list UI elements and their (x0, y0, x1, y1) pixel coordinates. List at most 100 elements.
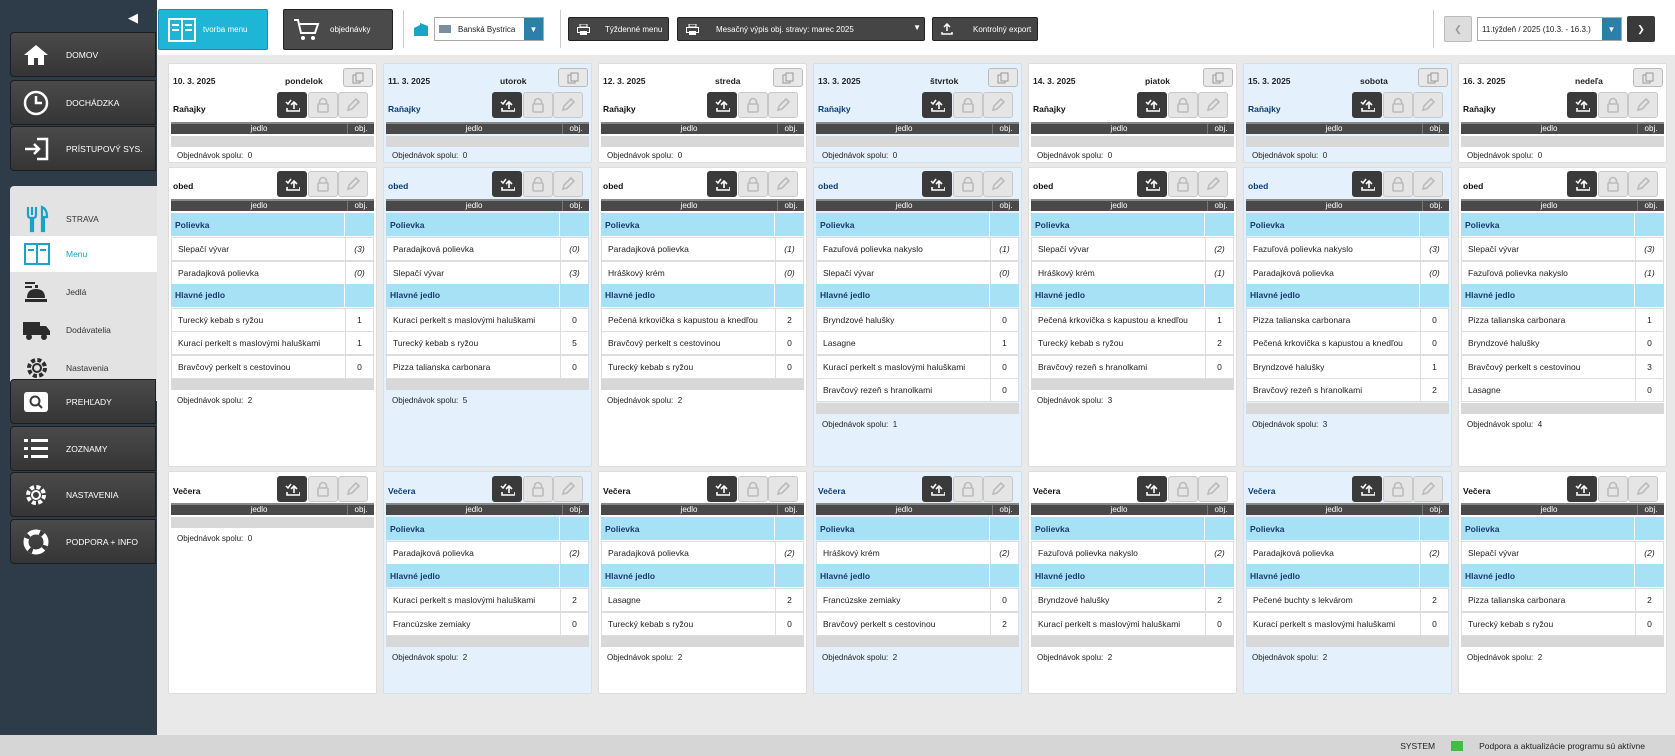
export-button[interactable] (922, 476, 952, 502)
table-row[interactable]: Bravčový perkelt s cestovinou 2 (816, 611, 1019, 636)
table-row[interactable]: Turecký kebab s ryžou 0 (1461, 611, 1664, 636)
table-row[interactable]: Bravčový perkelt s cestovinou 0 (171, 354, 374, 379)
table-row[interactable]: Lasagne 1 (816, 331, 1019, 355)
nav-item-nastavenia[interactable]: NASTAVENIA (10, 472, 156, 517)
table-row[interactable]: Turecký kebab s ryžou 5 (386, 331, 589, 355)
copy-day-button[interactable] (1418, 68, 1448, 87)
table-row[interactable]: Paradajková polievka (2) (1246, 541, 1449, 565)
lock-button[interactable] (1168, 476, 1198, 502)
table-row[interactable]: Slepačí vývar (3) (1461, 237, 1664, 261)
table-row[interactable]: Paradajková polievka (2) (601, 541, 804, 565)
edit-button[interactable] (338, 171, 368, 197)
lock-button[interactable] (523, 476, 553, 502)
tyzdenne-menu-button[interactable]: Týždenné menu (568, 17, 669, 41)
table-row[interactable]: Fazuľová polievka nakyslo (1) (816, 237, 1019, 261)
table-row[interactable]: Bravčový rezeň s hranolkami 2 (1246, 378, 1449, 402)
copy-day-button[interactable] (988, 68, 1018, 87)
table-row[interactable]: Kurací perkelt s maslovými haluškami 0 (386, 307, 589, 332)
table-row[interactable]: Bravčový perkelt s cestovinou 3 (1461, 354, 1664, 379)
table-row[interactable]: Bryndzové halušky 0 (816, 307, 1019, 332)
lock-button[interactable] (523, 92, 553, 118)
table-row[interactable]: Paradajková polievka (0) (171, 260, 374, 285)
edit-button[interactable] (1628, 171, 1658, 197)
table-row[interactable]: Paradajková polievka (0) (386, 237, 589, 261)
table-row[interactable]: Turecký kebab s ryžou 0 (601, 354, 804, 379)
lock-button[interactable] (1383, 476, 1413, 502)
table-row[interactable]: Lasagne 2 (601, 588, 804, 612)
location-select[interactable]: Banská Bystrica ▼ (434, 17, 544, 41)
table-row[interactable]: Pizza talianska carbonara 1 (1461, 307, 1664, 332)
table-row[interactable]: Hráškový krém (0) (601, 260, 804, 285)
export-button[interactable] (492, 92, 522, 118)
lock-button[interactable] (1383, 171, 1413, 197)
lock-button[interactable] (738, 171, 768, 197)
edit-button[interactable] (1413, 476, 1443, 502)
export-button[interactable] (922, 92, 952, 118)
table-row[interactable]: Pizza talianska carbonara 0 (386, 354, 589, 379)
table-row[interactable]: Paradajková polievka (0) (1246, 260, 1449, 285)
table-row[interactable]: Bravčový rezeň s hranolkami 0 (816, 378, 1019, 402)
lock-button[interactable] (308, 171, 338, 197)
table-row[interactable]: Turecký kebab s ryžou 0 (601, 611, 804, 636)
export-button[interactable] (1567, 476, 1597, 502)
lock-button[interactable] (953, 476, 983, 502)
export-button[interactable] (1137, 476, 1167, 502)
edit-button[interactable] (553, 476, 583, 502)
copy-day-button[interactable] (1203, 68, 1233, 87)
subnav-item-jedla[interactable]: Jedlá (10, 274, 157, 310)
edit-button[interactable] (1198, 171, 1228, 197)
edit-button[interactable] (983, 171, 1013, 197)
export-button[interactable] (492, 476, 522, 502)
nav-item-podpora-info[interactable]: PODPORA + INFO (10, 519, 156, 564)
table-row[interactable]: Paradajková polievka (2) (386, 541, 589, 565)
tvorba-menu-button[interactable]: tvorba menu (158, 9, 268, 50)
edit-button[interactable] (1413, 171, 1443, 197)
chevron-down-icon[interactable]: ▼ (524, 18, 543, 40)
next-week-button[interactable]: ❯ (1627, 16, 1655, 42)
table-row[interactable]: Francúzske zemiaky 0 (386, 611, 589, 636)
lock-button[interactable] (1598, 92, 1628, 118)
export-button[interactable] (707, 92, 737, 118)
lock-button[interactable] (1168, 92, 1198, 118)
table-row[interactable]: Turecký kebab s ryžou 2 (1031, 331, 1234, 355)
prev-week-button[interactable]: ❮ (1444, 16, 1472, 42)
nav-item-strava[interactable]: STRAVA (10, 200, 157, 238)
edit-button[interactable] (768, 171, 798, 197)
table-row[interactable]: Francúzske zemiaky 0 (816, 588, 1019, 612)
table-row[interactable]: Pečená krkovička s kapustou a knedľou 2 (601, 307, 804, 332)
objednavky-button[interactable]: objednávky (283, 9, 393, 50)
lock-button[interactable] (738, 92, 768, 118)
lock-button[interactable] (308, 92, 338, 118)
edit-button[interactable] (768, 476, 798, 502)
table-row[interactable]: Slepačí vývar (3) (171, 237, 374, 261)
copy-day-button[interactable] (773, 68, 803, 87)
nav-item-doch-dzka[interactable]: DOCHÁDZKA (10, 80, 156, 125)
table-row[interactable]: Slepačí vývar (3) (386, 260, 589, 285)
lock-button[interactable] (738, 476, 768, 502)
edit-button[interactable] (983, 476, 1013, 502)
table-row[interactable]: Bryndzové halušky 0 (1461, 331, 1664, 355)
table-row[interactable]: Slepačí vývar (2) (1461, 541, 1664, 565)
table-row[interactable]: Lasagne 0 (1461, 378, 1664, 402)
table-row[interactable]: Fazuľová polievka nakyslo (3) (1246, 237, 1449, 261)
lock-button[interactable] (1168, 171, 1198, 197)
table-row[interactable]: Pečená krkovička s kapustou a knedľou 1 (1031, 307, 1234, 332)
table-row[interactable]: Paradajková polievka (1) (601, 237, 804, 261)
nav-item-domov[interactable]: DOMOV (10, 32, 156, 77)
chevron-down-icon[interactable]: ▼ (1602, 18, 1621, 40)
table-row[interactable]: Pečená krkovička s kapustou a knedľou 0 (1246, 331, 1449, 355)
table-row[interactable]: Bryndzové halušky 2 (1031, 588, 1234, 612)
table-row[interactable]: Bryndzové halušky 1 (1246, 354, 1449, 379)
mesacny-vypis-select[interactable]: Mesačný výpis obj. stravy: marec 2025 ▼ (677, 17, 925, 41)
copy-day-button[interactable] (343, 68, 373, 87)
table-row[interactable]: Pizza talianska carbonara 2 (1461, 588, 1664, 612)
table-row[interactable]: Kurací perkelt s maslovými haluškami 2 (386, 588, 589, 612)
edit-button[interactable] (338, 476, 368, 502)
lock-button[interactable] (1383, 92, 1413, 118)
export-button[interactable] (277, 476, 307, 502)
table-row[interactable]: Hráškový krém (1) (1031, 260, 1234, 285)
table-row[interactable]: Slepačí vývar (2) (1031, 237, 1234, 261)
table-row[interactable]: Hráškový krém (2) (816, 541, 1019, 565)
export-button[interactable] (1567, 171, 1597, 197)
export-button[interactable] (1567, 92, 1597, 118)
